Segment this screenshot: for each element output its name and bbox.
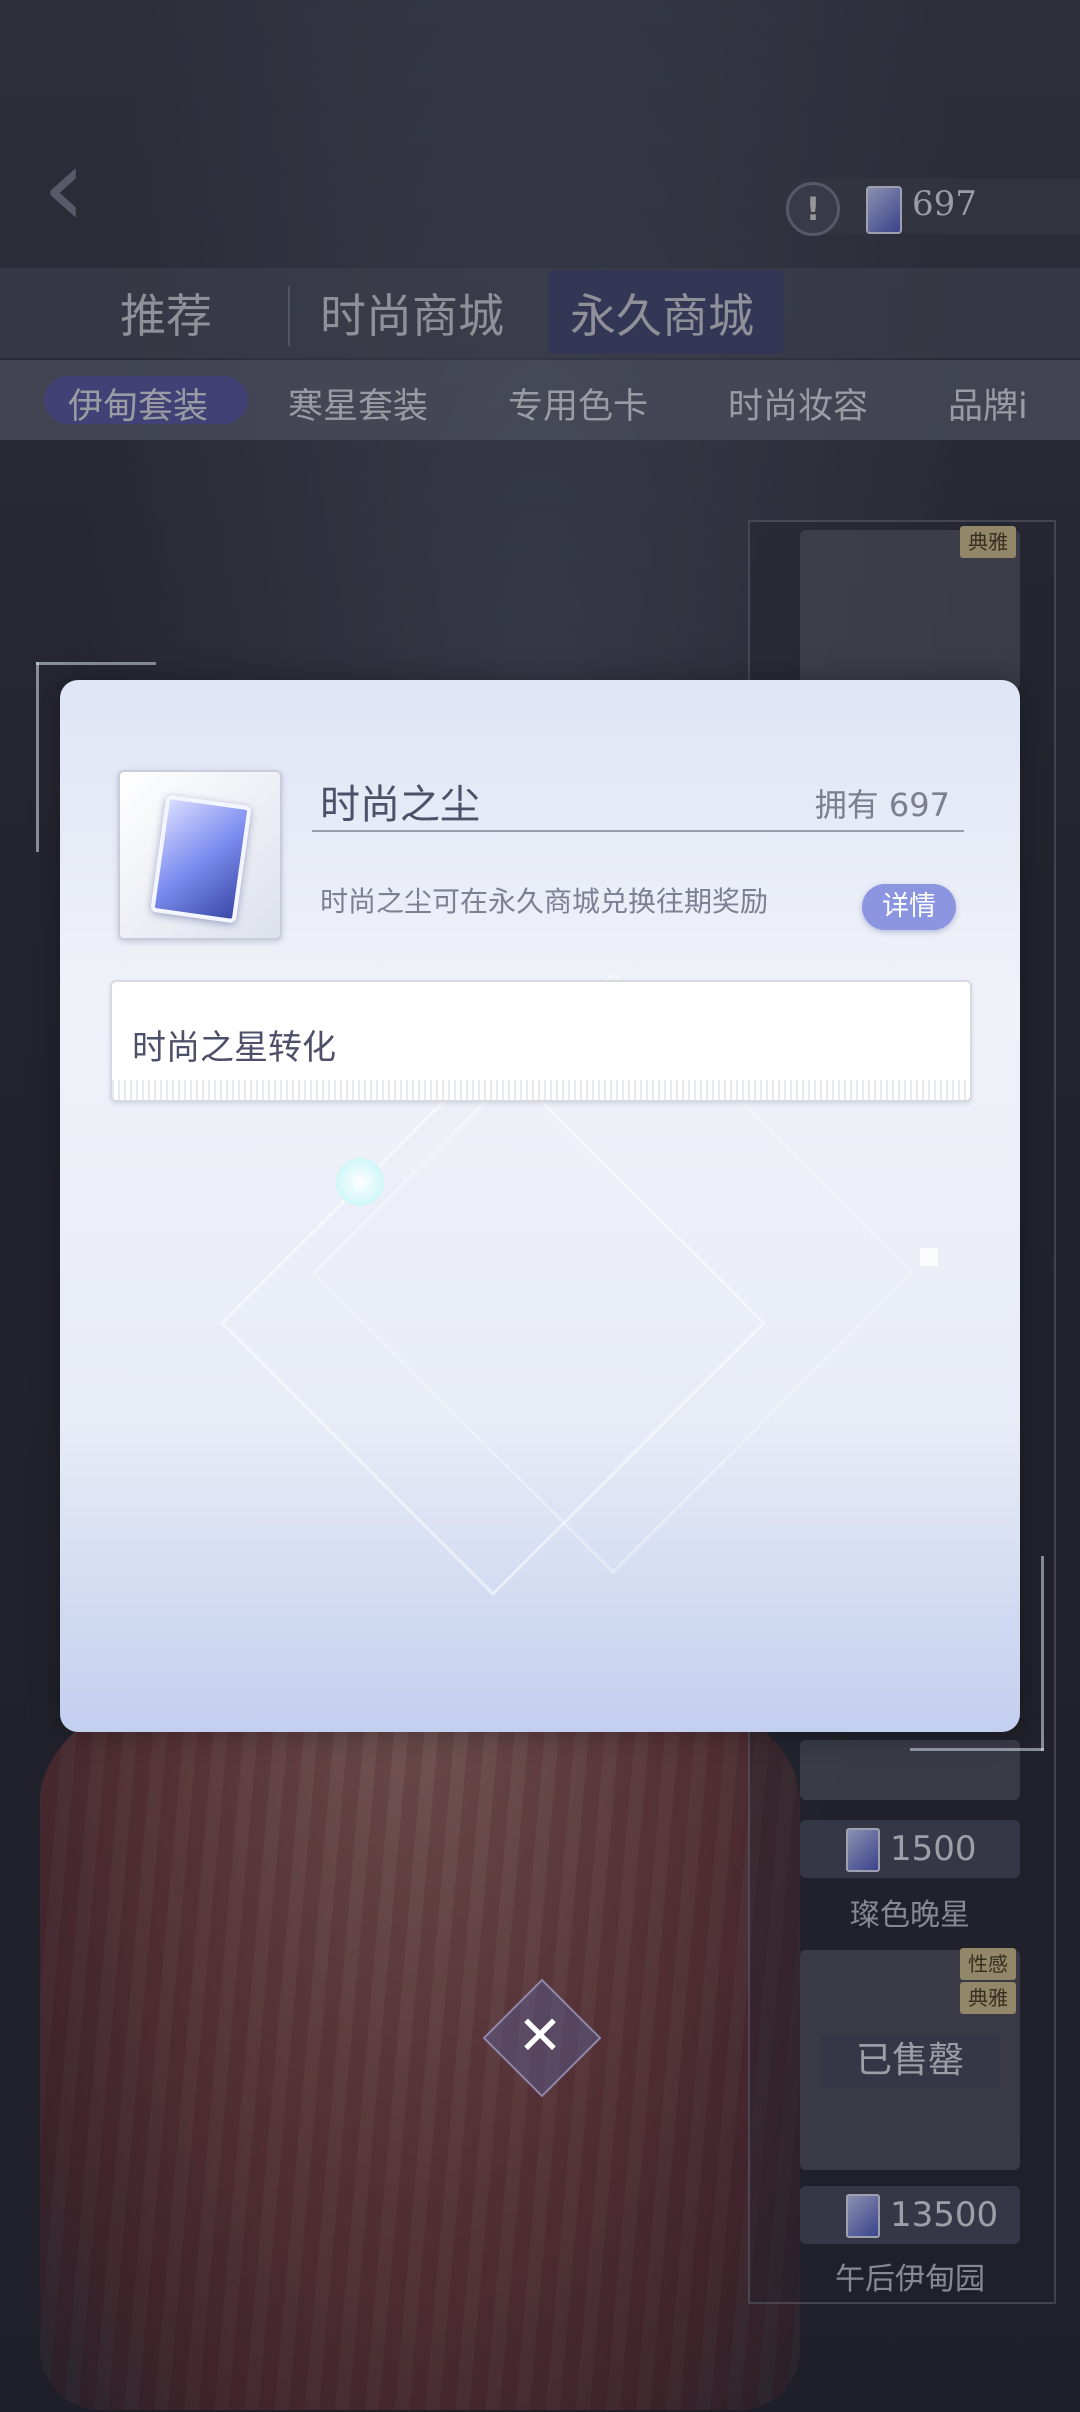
item-title: 时尚之尘: [320, 782, 480, 828]
frame-corner-line: [910, 1748, 1044, 1751]
conversion-label: 时尚之星转化: [132, 1028, 336, 1068]
frame-corner-line: [1041, 1556, 1044, 1751]
item-description: 时尚之尘可在永久商城兑换往期奖励: [320, 885, 769, 918]
frame-corner-line: [36, 662, 156, 665]
owned-count: 拥有 697: [814, 786, 950, 824]
close-icon[interactable]: ✕: [500, 1996, 580, 2076]
item-info-dialog: 时尚之尘 拥有 697 时尚之尘可在永久商城兑换往期奖励 详情 时尚之星转化: [60, 680, 1020, 1732]
detail-button[interactable]: 详情: [862, 884, 956, 930]
frame-corner-line: [36, 662, 39, 852]
conversion-row[interactable]: 时尚之星转化: [110, 980, 972, 1102]
fashion-dust-icon: [150, 794, 252, 924]
light-sparkle: [920, 1248, 938, 1266]
title-divider: [312, 830, 964, 832]
dotted-pattern: [112, 1080, 970, 1100]
light-orb: [336, 1158, 384, 1206]
